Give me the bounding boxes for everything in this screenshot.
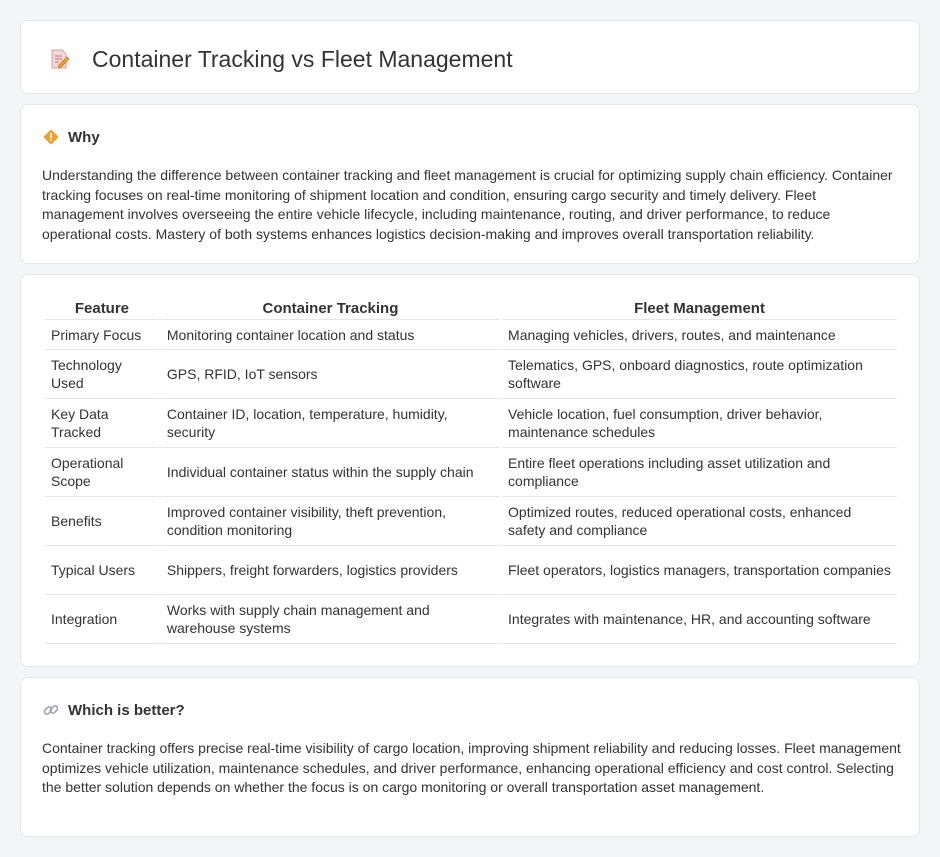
comparison-table-card: Feature Container Tracking Fleet Managem…: [20, 274, 920, 667]
why-heading: Why: [42, 127, 100, 147]
header-feature: Feature: [45, 296, 159, 320]
feature-cell: Benefits: [45, 497, 159, 546]
container-cell: Shippers, freight forwarders, logistics …: [160, 546, 501, 595]
table-header-row: Feature Container Tracking Fleet Managem…: [45, 296, 897, 320]
link-icon: [42, 701, 60, 719]
edit-document-icon: [51, 49, 70, 69]
which-is-better-section: Which is better? Container tracking offe…: [20, 677, 920, 837]
page-title: Container Tracking vs Fleet Management: [92, 46, 513, 72]
fleet-cell: Telematics, GPS, onboard diagnostics, ro…: [502, 350, 897, 399]
table-row: Benefits Improved container visibility, …: [45, 497, 897, 546]
fleet-cell: Optimized routes, reduced operational co…: [502, 497, 897, 546]
which-is-better-heading: Which is better?: [42, 700, 185, 720]
table-row: Integration Works with supply chain mana…: [45, 595, 897, 644]
diamond-signal-icon: [42, 128, 60, 146]
feature-cell: Integration: [45, 595, 159, 644]
table-row: Technology Used GPS, RFID, IoT sensors T…: [45, 350, 897, 399]
why-title: Why: [68, 128, 100, 146]
fleet-cell: Vehicle location, fuel consumption, driv…: [502, 399, 897, 448]
fleet-cell: Integrates with maintenance, HR, and acc…: [502, 595, 897, 644]
table-row: Typical Users Shippers, freight forwarde…: [45, 546, 897, 595]
why-body: Understanding the difference between con…: [42, 167, 893, 242]
table-row: Primary Focus Monitoring container locat…: [45, 320, 897, 350]
fleet-cell: Managing vehicles, drivers, routes, and …: [502, 320, 897, 350]
container-cell: Container ID, location, temperature, hum…: [160, 399, 501, 448]
container-cell: Works with supply chain management and w…: [160, 595, 501, 644]
fleet-cell: Fleet operators, logistics managers, tra…: [502, 546, 897, 595]
fleet-cell: Entire fleet operations including asset …: [502, 448, 897, 497]
table-row: Operational Scope Individual container s…: [45, 448, 897, 497]
header-container-tracking: Container Tracking: [160, 296, 501, 320]
why-section: Why Understanding the difference between…: [20, 104, 920, 264]
feature-cell: Typical Users: [45, 546, 159, 595]
which-is-better-body: Container tracking offers precise real-t…: [42, 740, 901, 795]
comparison-table: Feature Container Tracking Fleet Managem…: [43, 296, 899, 644]
container-cell: GPS, RFID, IoT sensors: [160, 350, 501, 399]
header-fleet-management: Fleet Management: [502, 296, 897, 320]
header-card: Container Tracking vs Fleet Management: [20, 20, 920, 94]
container-cell: Individual container status within the s…: [160, 448, 501, 497]
container-cell: Improved container visibility, theft pre…: [160, 497, 501, 546]
feature-cell: Technology Used: [45, 350, 159, 399]
container-cell: Monitoring container location and status: [160, 320, 501, 350]
feature-cell: Primary Focus: [45, 320, 159, 350]
feature-cell: Key Data Tracked: [45, 399, 159, 448]
which-is-better-title: Which is better?: [68, 701, 185, 719]
feature-cell: Operational Scope: [45, 448, 159, 497]
table-row: Key Data Tracked Container ID, location,…: [45, 399, 897, 448]
